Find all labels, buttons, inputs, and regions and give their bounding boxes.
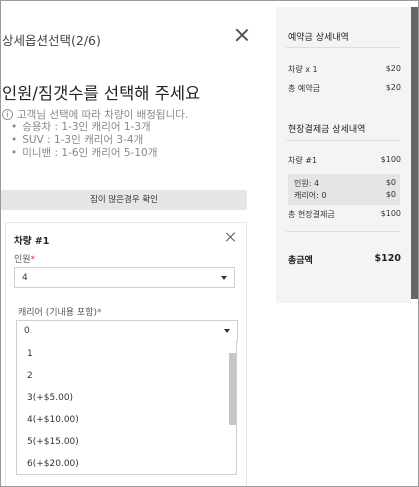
options-modal: 상세옵션선택(2/6) 인원/짐갯수를 선택해 주세요 i 고객님 선택에 따라…: [1, 1, 263, 486]
page-scrollbar[interactable]: [411, 7, 418, 299]
info-icon: i: [2, 109, 13, 120]
people-select[interactable]: 4: [14, 267, 235, 288]
carrier-label: 캐리어 (기내용 포함)*: [18, 308, 102, 318]
people-value: 4: [22, 272, 28, 283]
heavy-luggage-check-button[interactable]: 짐이 많은경우 확인: [1, 190, 247, 210]
vehicle-guide-list: 승용차 : 1-3인 캐리어 1-3개 SUV : 1-3인 캐리어 3-4개 …: [11, 121, 157, 160]
breakdown-carrier-label: 캐리어: 0: [294, 191, 327, 200]
price-summary-panel: 예약금 상세내역 차량 x 1 $20 총 예약금 $20 현장결제금 상세내역…: [276, 7, 411, 303]
chevron-down-icon: [224, 329, 230, 333]
app-frame: 상세옵션선택(2/6) 인원/짐갯수를 선택해 주세요 i 고객님 선택에 따라…: [0, 0, 419, 487]
deposit-title: 예약금 상세내역: [288, 33, 349, 43]
deposit-total-label: 총 예약금: [288, 84, 320, 93]
dropdown-option[interactable]: 3(+$5.00): [27, 393, 73, 403]
dropdown-scrollbar[interactable]: [229, 353, 236, 425]
list-item: 미니밴 : 1-6인 캐리어 5-10개: [11, 147, 157, 160]
breakdown-carrier-amount: $0: [385, 190, 396, 199]
people-label: 인원*: [14, 255, 36, 265]
dropdown-option[interactable]: 5(+$15.00): [27, 437, 79, 447]
breakdown-people-label: 인원: 4: [294, 179, 320, 188]
carrier-dropdown: 1 2 3(+$5.00) 4(+$10.00) 5(+$15.00) 6(+$…: [16, 341, 237, 475]
dropdown-option[interactable]: 1: [27, 349, 33, 359]
onsite-total-amount: $100: [380, 209, 401, 218]
info-text: 고객님 선택에 따라 차량이 배정됩니다.: [17, 109, 189, 121]
list-item: 승용차 : 1-3인 캐리어 1-3개: [11, 121, 157, 134]
remove-vehicle-icon[interactable]: [225, 231, 237, 243]
page-heading: 인원/짐갯수를 선택해 주세요: [2, 84, 201, 103]
deposit-total-amount: $20: [385, 83, 401, 92]
breakdown-people-amount: $0: [385, 178, 396, 187]
onsite-total-label: 총 현장결제금: [288, 210, 335, 219]
vehicle-card-title: 차량 #1: [14, 236, 50, 247]
divider: [286, 231, 400, 232]
deposit-row-amount: $20: [385, 64, 401, 73]
carrier-select[interactable]: 0: [16, 320, 238, 342]
vehicle-line-amount: $100: [380, 155, 401, 164]
required-mark: *: [97, 308, 102, 318]
list-item: SUV : 1-3인 캐리어 3-4개: [11, 134, 157, 147]
dropdown-option[interactable]: 2: [27, 371, 33, 381]
close-icon[interactable]: [234, 27, 250, 43]
vehicle-breakdown: 인원: 4 $0 캐리어: 0 $0: [288, 174, 400, 205]
vehicle-line-label: 차량 #1: [288, 156, 318, 165]
grand-total-label: 총금액: [288, 256, 313, 266]
info-line: i 고객님 선택에 따라 차량이 배정됩니다.: [2, 107, 188, 122]
dropdown-option[interactable]: 4(+$10.00): [27, 415, 79, 425]
deposit-row-label: 차량 x 1: [288, 65, 318, 74]
divider: [286, 47, 400, 48]
onsite-title: 현장결제금 상세내역: [288, 125, 366, 135]
carrier-value: 0: [24, 326, 30, 336]
divider: [286, 140, 400, 141]
modal-title: 상세옵션선택(2/6): [2, 33, 101, 48]
chevron-down-icon: [221, 275, 227, 280]
required-mark: *: [30, 255, 36, 265]
dropdown-option[interactable]: 6(+$20.00): [27, 459, 79, 469]
grand-total-amount: $120: [374, 253, 401, 264]
